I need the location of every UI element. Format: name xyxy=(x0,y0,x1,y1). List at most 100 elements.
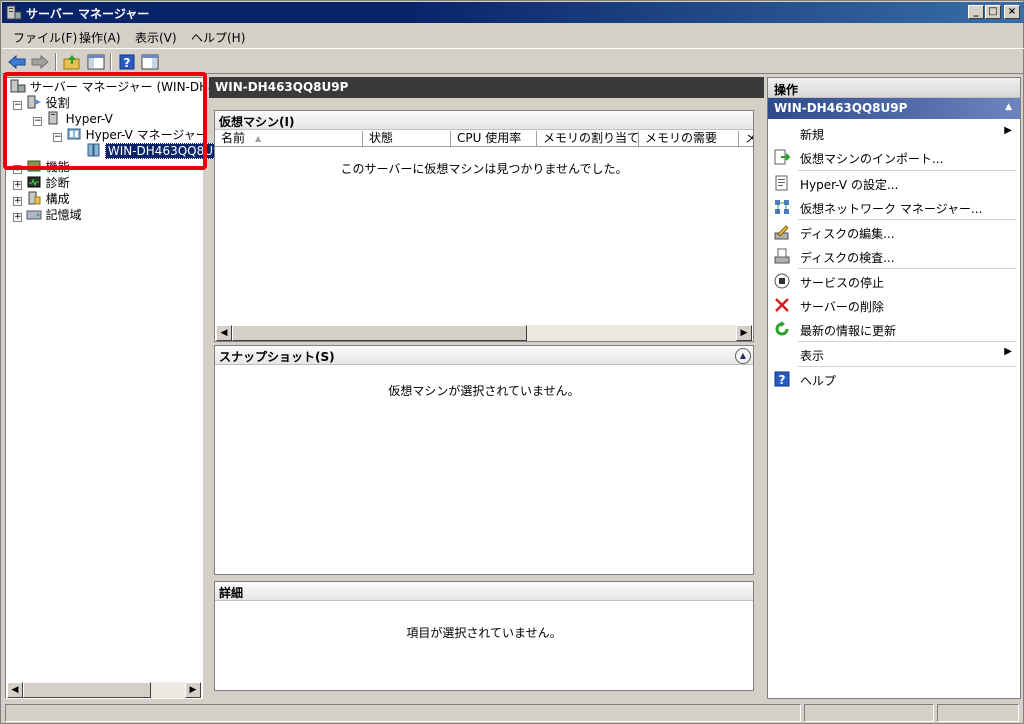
action-stop-service[interactable]: サービスの停止 xyxy=(768,269,1020,293)
action-new[interactable]: 新規 ▶ xyxy=(768,121,1020,145)
server-manager-icon xyxy=(6,5,22,20)
column-label: 名前 xyxy=(221,131,246,145)
details-section: 詳細 項目が選択されていません。 xyxy=(214,581,754,691)
action-label: 表示 xyxy=(800,349,825,363)
back-arrow-icon[interactable] xyxy=(7,52,27,72)
storage-icon xyxy=(26,210,42,220)
snapshot-section: スナップショット(S) ▲ 仮想マシンが選択されていません。 xyxy=(214,345,754,575)
configuration-icon xyxy=(28,191,41,205)
horizontal-scrollbar[interactable]: ◀ ▶ xyxy=(7,682,201,698)
column-header-memory-status[interactable]: メ xyxy=(739,131,753,147)
scroll-thumb[interactable] xyxy=(232,325,527,341)
actions-pane: 操作 WIN-DH463QQ8U9P ▲ 新規 ▶ 仮想マシンのインポート...… xyxy=(767,77,1021,699)
up-folder-icon[interactable] xyxy=(62,52,82,72)
close-button[interactable]: × xyxy=(1004,5,1020,19)
network-manager-icon xyxy=(774,199,790,215)
action-label: サービスの停止 xyxy=(800,276,885,290)
action-label: Hyper-V の設定... xyxy=(800,178,899,192)
show-hide-tree-icon[interactable] xyxy=(86,52,106,72)
minimize-button[interactable]: _ xyxy=(968,5,984,19)
action-label: 新規 xyxy=(800,128,825,142)
action-view[interactable]: 表示 ▶ xyxy=(768,342,1020,366)
edit-disk-icon xyxy=(774,224,790,240)
show-hide-action-pane-icon[interactable] xyxy=(140,52,160,72)
svg-text:?: ? xyxy=(124,56,131,70)
actions-subheader[interactable]: WIN-DH463QQ8U9P ▲ xyxy=(768,98,1020,119)
expand-toggle[interactable]: + xyxy=(13,213,22,222)
status-panel xyxy=(937,704,1019,722)
column-header-cpu[interactable]: CPU 使用率 xyxy=(451,131,537,147)
details-section-title: 詳細 xyxy=(215,582,753,601)
column-header-name[interactable]: 名前 ▲ xyxy=(215,131,363,147)
action-label: 仮想マシンのインポート... xyxy=(800,152,944,166)
action-label: ヘルプ xyxy=(800,374,837,388)
action-label: ディスクの編集... xyxy=(800,227,895,241)
collapse-section-icon[interactable]: ▲ xyxy=(735,348,751,364)
menu-help[interactable]: ヘルプ(H) xyxy=(191,29,245,46)
details-empty-message: 項目が選択されていません。 xyxy=(406,626,562,640)
tree-item-label: 構成 xyxy=(45,192,70,206)
server-name-title: WIN-DH463QQ8U9P xyxy=(215,80,349,94)
collapse-icon[interactable]: ▲ xyxy=(1005,102,1012,112)
vm-empty-message: このサーバーに仮想マシンは見つかりませんでした。 xyxy=(340,162,628,176)
menu-action[interactable]: 操作(A) xyxy=(79,29,121,46)
scroll-right-button[interactable]: ▶ xyxy=(736,325,752,341)
expand-toggle[interactable]: + xyxy=(13,181,22,190)
actions-subheader-label: WIN-DH463QQ8U9P xyxy=(774,101,908,115)
submenu-arrow-icon: ▶ xyxy=(1004,125,1012,136)
vm-horizontal-scrollbar[interactable]: ◀ ▶ xyxy=(216,325,752,341)
toolbar: ? xyxy=(2,48,1024,74)
maximize-button[interactable]: □ xyxy=(985,5,1001,19)
action-import-vm[interactable]: 仮想マシンのインポート... xyxy=(768,145,1020,169)
help-icon[interactable]: ? xyxy=(117,52,137,72)
column-header-status[interactable]: 状態 xyxy=(363,131,451,147)
tree-item-label: 診断 xyxy=(45,176,70,190)
action-label: ディスクの検査... xyxy=(800,251,895,265)
inspect-disk-icon xyxy=(774,248,790,264)
vm-section: 仮想マシン(I) 名前 ▲ 状態 CPU 使用率 メモリの割り当て メモリの需要… xyxy=(214,110,754,342)
action-inspect-disk[interactable]: ディスクの検査... xyxy=(768,244,1020,268)
action-refresh[interactable]: 最新の情報に更新 xyxy=(768,317,1020,341)
svg-text:?: ? xyxy=(779,373,786,387)
actions-pane-title: 操作 xyxy=(768,78,1020,98)
highlight-box xyxy=(3,72,207,170)
column-header-memory-assigned[interactable]: メモリの割り当て xyxy=(537,131,639,147)
scroll-thumb[interactable] xyxy=(23,682,151,698)
import-vm-icon xyxy=(774,149,790,165)
vm-section-title: 仮想マシン(I) xyxy=(215,111,753,130)
status-bar xyxy=(2,702,1024,723)
settings-icon xyxy=(774,175,790,191)
tree-item-label: 記憶域 xyxy=(45,208,82,222)
diagnostics-icon xyxy=(27,176,41,188)
action-virtual-network-manager[interactable]: 仮想ネットワーク マネージャー... xyxy=(768,195,1020,219)
toolbar-separator xyxy=(110,53,112,71)
action-edit-disk[interactable]: ディスクの編集... xyxy=(768,220,1020,244)
console-tree[interactable]: サーバー マネージャー (WIN-DH463 − 役割 − Hyper-V − … xyxy=(5,77,231,699)
title-bar[interactable]: サーバー マネージャー _ □ × xyxy=(2,2,1024,23)
scroll-left-button[interactable]: ◀ xyxy=(216,325,232,341)
remove-server-icon xyxy=(774,297,790,313)
action-help[interactable]: ? ヘルプ xyxy=(768,367,1020,391)
toolbar-separator xyxy=(55,53,57,71)
tree-item-configuration[interactable]: + 構成 xyxy=(13,191,70,207)
menu-view[interactable]: 表示(V) xyxy=(135,29,177,46)
stop-service-icon xyxy=(774,273,790,289)
action-label: サーバーの削除 xyxy=(800,300,884,314)
submenu-arrow-icon: ▶ xyxy=(1004,346,1012,357)
refresh-icon xyxy=(774,321,790,337)
column-header-memory-demand[interactable]: メモリの需要 xyxy=(639,131,739,147)
status-panel xyxy=(5,704,801,722)
help-icon: ? xyxy=(774,371,790,387)
expand-toggle[interactable]: + xyxy=(13,197,22,206)
action-label: 仮想ネットワーク マネージャー... xyxy=(800,202,983,216)
scroll-right-button[interactable]: ▶ xyxy=(185,682,201,698)
action-hyperv-settings[interactable]: Hyper-V の設定... xyxy=(768,171,1020,195)
forward-arrow-icon[interactable] xyxy=(30,52,50,72)
action-remove-server[interactable]: サーバーの削除 xyxy=(768,293,1020,317)
snapshot-section-title: スナップショット(S) xyxy=(215,346,753,365)
tree-item-storage[interactable]: + 記憶域 xyxy=(13,207,82,223)
snapshot-empty-message: 仮想マシンが選択されていません。 xyxy=(388,384,580,398)
scroll-left-button[interactable]: ◀ xyxy=(7,682,23,698)
tree-item-diagnostics[interactable]: + 診断 xyxy=(13,175,70,191)
menu-file[interactable]: ファイル(F) xyxy=(13,29,77,46)
